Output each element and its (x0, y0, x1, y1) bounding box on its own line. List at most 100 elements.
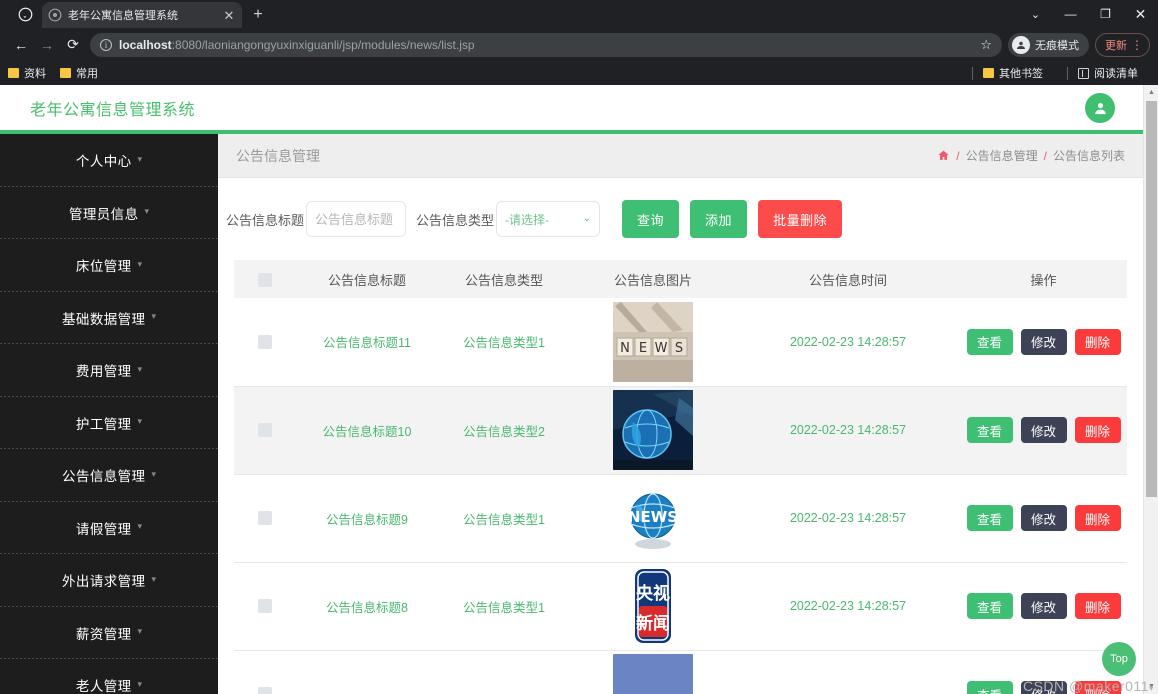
site-info-icon[interactable]: i (100, 38, 112, 51)
query-button[interactable]: 查询 (622, 200, 680, 238)
close-window-button[interactable]: ✕ (1123, 0, 1158, 28)
add-button[interactable]: 添加 (690, 200, 748, 238)
browser-tab[interactable]: 老年公寓信息管理系统 ✕ (42, 2, 242, 28)
sidebar-item-label: 外出请求管理 (62, 574, 146, 590)
svg-text:NEWS: NEWS (628, 508, 678, 526)
scrollbar-thumb[interactable] (1146, 101, 1157, 497)
sidebar-item-label: 老人管理 (75, 679, 132, 694)
breadcrumb-item-announcement-management[interactable]: 公告信息管理 (966, 147, 1038, 164)
scroll-up-icon[interactable]: ▲ (1144, 85, 1158, 100)
row-select-cell (234, 298, 296, 387)
cell-time: 2022-02-23 14:28:57 (736, 298, 960, 387)
sidebar-item-label: 费用管理 (75, 364, 132, 380)
avatar[interactable] (1085, 93, 1115, 123)
home-icon[interactable] (937, 149, 950, 162)
sidebar-item-label: 护工管理 (75, 416, 132, 432)
app-brand-title: 老年公寓信息管理系统 (30, 102, 196, 119)
svg-text:E: E (639, 341, 647, 356)
search-title-input[interactable] (306, 201, 407, 237)
edit-button[interactable]: 修改 (1020, 328, 1067, 355)
close-tab-icon[interactable]: ✕ (222, 9, 236, 22)
address-bar-url: localhost:8080/laoniangongyuxinxiguanli/… (119, 38, 974, 52)
reading-list-button[interactable]: 阅读清单 (1078, 65, 1138, 81)
navigation-bar: ← → ⟳ i localhost:8080/laoniangongyuxinx… (0, 28, 1158, 61)
delete-button[interactable]: 删除 (1074, 417, 1121, 443)
back-icon[interactable]: ← (8, 32, 34, 58)
new-tab-button[interactable]: + (248, 5, 268, 25)
bookmark-star-icon[interactable]: ☆ (980, 37, 992, 53)
scroll-to-top-button[interactable]: Top (1102, 642, 1136, 676)
row-select-cell (234, 474, 296, 563)
cell-title[interactable]: 公告信息标题11 (296, 298, 438, 387)
maximize-button[interactable]: ❐ (1088, 0, 1123, 28)
batch-delete-button[interactable]: 批量删除 (758, 200, 843, 238)
delete-button[interactable]: 删除 (1074, 505, 1121, 531)
sidebar-item-label: 管理员信息 (68, 206, 139, 222)
view-button[interactable]: 查看 (966, 681, 1013, 694)
sidebar-item-outing-request-management[interactable]: 外出请求管理 ▾ (0, 554, 218, 607)
chevron-down-icon: ▾ (151, 468, 156, 479)
edit-button[interactable]: 修改 (1020, 417, 1067, 443)
view-button[interactable]: 查看 (966, 328, 1013, 355)
edit-button[interactable]: 修改 (1020, 505, 1067, 531)
update-button[interactable]: 更新 ⋮ (1095, 32, 1150, 57)
minimize-button[interactable]: — (1053, 0, 1088, 28)
type-select-wrap[interactable]: -请选择- ⌄ (496, 201, 601, 237)
table-row: 查看 修改 删除 (234, 650, 1127, 694)
sidebar-item-announcement-management[interactable]: 公告信息管理 ▾ (0, 449, 218, 502)
sidebar-item-caregiver-management[interactable]: 护工管理 ▾ (0, 397, 218, 450)
user-icon (1094, 102, 1106, 114)
address-bar[interactable]: i localhost:8080/laoniangongyuxinxiguanl… (90, 32, 1002, 57)
sidebar-item-label: 床位管理 (75, 259, 132, 275)
incognito-indicator[interactable]: 无痕模式 (1008, 32, 1089, 57)
delete-button[interactable]: 删除 (1074, 593, 1121, 619)
cell-title[interactable]: 公告信息标题8 (296, 562, 438, 651)
forward-icon[interactable]: → (34, 32, 60, 58)
page-scrollbar[interactable]: ▲ ▼ (1143, 85, 1158, 694)
bookmark-item[interactable]: 资料 (8, 65, 46, 81)
cell-type: 公告信息类型2 (438, 386, 570, 475)
sidebar-item-leave-management[interactable]: 请假管理 ▾ (0, 502, 218, 555)
sidebar-item-bed-management[interactable]: 床位管理 ▾ (0, 239, 218, 292)
cell-operations: 查看 修改 删除 (960, 386, 1127, 475)
breadcrumb-separator: / (1043, 148, 1047, 163)
chevron-down-icon: ▾ (137, 678, 143, 689)
news-blocks-photo: N E W S (613, 301, 693, 382)
chevron-down-icon: ▾ (137, 153, 143, 164)
row-checkbox[interactable] (258, 687, 272, 694)
row-checkbox[interactable] (258, 511, 272, 526)
type-select[interactable]: -请选择- ⌄ (496, 201, 601, 237)
reload-icon[interactable]: ⟳ (60, 32, 86, 58)
browser-menu-icon[interactable]: ⋮ (1131, 39, 1143, 51)
row-select-cell (234, 562, 296, 651)
sidebar-item-salary-management[interactable]: 薪资管理 ▾ (0, 607, 218, 660)
cell-type: 公告信息类型1 (438, 562, 570, 651)
cell-title[interactable] (296, 650, 438, 694)
row-checkbox[interactable] (258, 423, 272, 438)
delete-button[interactable]: 删除 (1074, 328, 1121, 355)
cell-title[interactable]: 公告信息标题10 (296, 386, 438, 475)
view-button[interactable]: 查看 (966, 417, 1013, 443)
view-button[interactable]: 查看 (966, 505, 1013, 531)
tab-search-icon[interactable]: ⌄ (1018, 0, 1053, 28)
sidebar-item-personal-center[interactable]: 个人中心 ▾ (0, 134, 218, 187)
select-all-checkbox[interactable] (258, 272, 272, 287)
view-button[interactable]: 查看 (966, 593, 1013, 619)
sidebar-item-elderly-management[interactable]: 老人管理 ▾ (0, 659, 218, 694)
bookmark-item[interactable]: 常用 (60, 65, 98, 81)
cell-title[interactable]: 公告信息标题9 (296, 474, 438, 563)
sidebar-item-label: 基础数据管理 (62, 311, 146, 327)
news-globe-logo: NEWS (613, 478, 693, 558)
chevron-down-icon: ▾ (144, 206, 150, 217)
table-row: 公告信息标题11 公告信息类型1 N E W S 2022-02-23 14:2… (234, 298, 1127, 387)
sidebar: 个人中心 ▾ 管理员信息 ▾ 床位管理 ▾ 基础数据管理 ▾ 费用管理 ▾ 护工… (0, 134, 218, 694)
sidebar-item-basic-data[interactable]: 基础数据管理 ▾ (0, 292, 218, 345)
cell-type: 公告信息类型1 (438, 474, 570, 563)
edit-button[interactable]: 修改 (1020, 593, 1067, 619)
sidebar-item-admin-info[interactable]: 管理员信息 ▾ (0, 187, 218, 240)
other-bookmarks-button[interactable]: 其他书签 (983, 65, 1043, 81)
sidebar-item-fee-management[interactable]: 费用管理 ▾ (0, 344, 218, 397)
title-field-label: 公告信息标题 (226, 212, 305, 228)
row-checkbox[interactable] (258, 335, 272, 350)
row-checkbox[interactable] (258, 599, 272, 614)
